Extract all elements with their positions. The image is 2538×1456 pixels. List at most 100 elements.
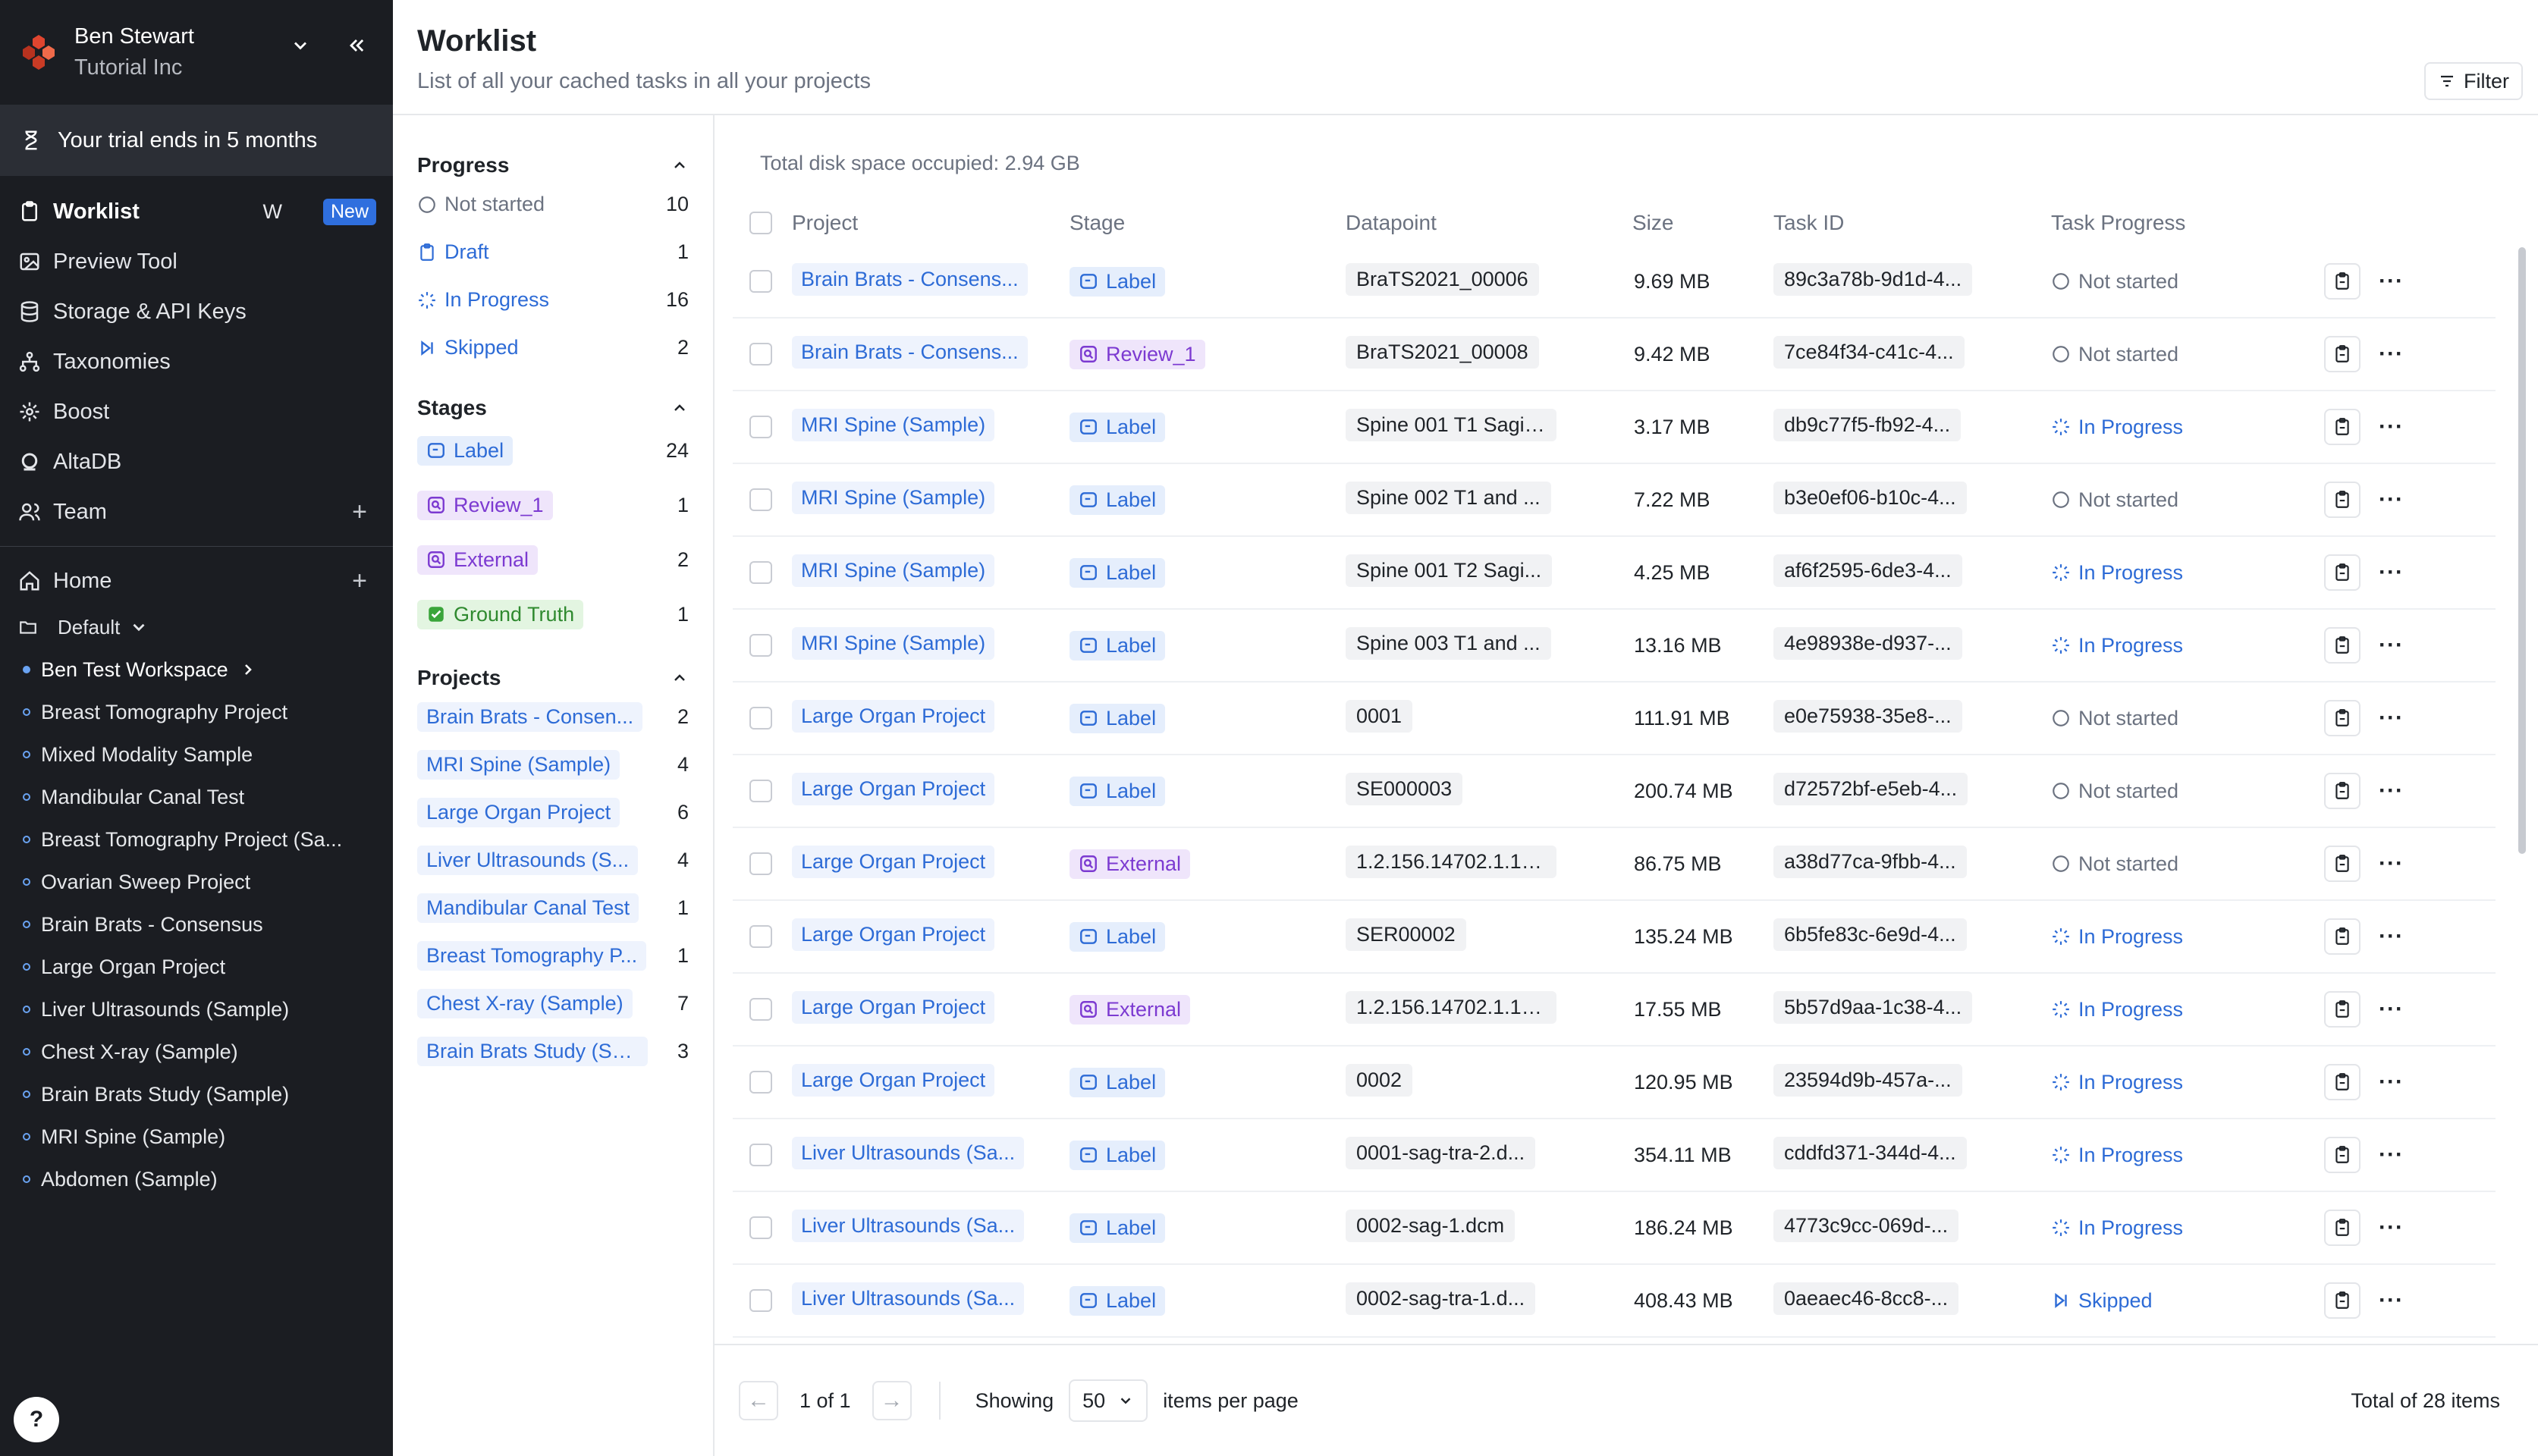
filter-stage-review[interactable]: Review_1 1	[417, 478, 689, 532]
collapse-sidebar-icon[interactable]	[346, 35, 367, 56]
nav-boost[interactable]: Boost	[0, 387, 393, 437]
task-id[interactable]: 23594d9b-457a-...	[1773, 1064, 1962, 1097]
project-link[interactable]: Large Organ Project	[792, 918, 995, 951]
row-checkbox[interactable]	[749, 998, 772, 1021]
more-options-icon[interactable]: ···	[2379, 414, 2404, 440]
more-options-icon[interactable]: ···	[2379, 632, 2404, 658]
project-link[interactable]: Brain Brats - Consens...	[792, 336, 1028, 369]
filter-stage-external[interactable]: External 2	[417, 532, 689, 587]
filter-project[interactable]: MRI Spine (Sample) 4	[417, 741, 689, 789]
table-row[interactable]: Liver Ultrasounds (Sa... Label 0001-sag-…	[733, 1119, 2496, 1192]
project-link[interactable]: Large Organ Project	[792, 773, 995, 805]
task-id[interactable]: a38d77ca-9fbb-4...	[1773, 846, 1967, 878]
open-task-button[interactable]	[2324, 918, 2361, 955]
row-checkbox[interactable]	[749, 1216, 772, 1239]
filter-progress-in-progress[interactable]: In Progress 16	[417, 276, 689, 324]
row-checkbox[interactable]	[749, 852, 772, 875]
projects-section-header[interactable]: Projects	[417, 663, 689, 693]
nav-team[interactable]: Team +	[0, 487, 393, 537]
open-task-button[interactable]	[2324, 1282, 2361, 1319]
filter-project[interactable]: Chest X-ray (Sample) 7	[417, 980, 689, 1028]
workspace-item[interactable]: Mandibular Canal Test	[0, 776, 393, 818]
row-checkbox[interactable]	[749, 707, 772, 730]
filter-stage-ground-truth[interactable]: Ground Truth 1	[417, 587, 689, 642]
project-link[interactable]: Liver Ultrasounds (Sa...	[792, 1282, 1025, 1315]
open-task-button[interactable]	[2324, 554, 2361, 591]
select-all-checkbox[interactable]	[749, 212, 772, 234]
open-task-button[interactable]	[2324, 700, 2361, 736]
more-options-icon[interactable]: ···	[2379, 705, 2404, 731]
progress-section-header[interactable]: Progress	[417, 150, 689, 180]
row-checkbox[interactable]	[749, 343, 772, 366]
task-id[interactable]: 4e98938e-d937-...	[1773, 627, 1962, 660]
project-link[interactable]: Large Organ Project	[792, 846, 995, 878]
table-scrollbar[interactable]	[2518, 247, 2526, 854]
filter-stage-label[interactable]: Label 24	[417, 423, 689, 478]
account-switcher[interactable]: Ben Stewart Tutorial Inc	[0, 0, 393, 105]
open-task-button[interactable]	[2324, 1137, 2361, 1173]
project-link[interactable]: Liver Ultrasounds (Sa...	[792, 1137, 1025, 1169]
table-row[interactable]: MRI Spine (Sample) Label Spine 001 T2 Sa…	[733, 537, 2496, 610]
filter-project[interactable]: Brain Brats Study (Sa... 3	[417, 1028, 689, 1075]
workspace-item[interactable]: Liver Ultrasounds (Sample)	[0, 988, 393, 1031]
stages-section-header[interactable]: Stages	[417, 393, 689, 423]
project-link[interactable]: Large Organ Project	[792, 700, 995, 733]
task-id[interactable]: 7ce84f34-c41c-4...	[1773, 336, 1965, 369]
table-row[interactable]: Large Organ Project External 1.2.156.147…	[733, 828, 2496, 901]
table-row[interactable]: Large Organ Project Label 0001 111.91 MB…	[733, 682, 2496, 755]
project-link[interactable]: MRI Spine (Sample)	[792, 554, 995, 587]
task-id[interactable]: d72572bf-e5eb-4...	[1773, 773, 1968, 805]
task-id[interactable]: db9c77f5-fb92-4...	[1773, 409, 1962, 441]
table-row[interactable]: Large Organ Project Label SE000003 200.7…	[733, 755, 2496, 828]
nav-worklist[interactable]: Worklist W New	[0, 187, 393, 237]
column-header-project[interactable]: Project	[792, 211, 1070, 235]
row-checkbox[interactable]	[749, 561, 772, 584]
table-row[interactable]: Brain Brats - Consens... Label BraTS2021…	[733, 246, 2496, 318]
workspace-item[interactable]: Breast Tomography Project (Sa...	[0, 818, 393, 861]
more-options-icon[interactable]: ···	[2379, 1288, 2404, 1313]
add-team-button[interactable]: +	[352, 497, 367, 527]
open-task-button[interactable]	[2324, 263, 2361, 300]
filter-project[interactable]: Mandibular Canal Test 1	[417, 884, 689, 932]
row-checkbox[interactable]	[749, 1289, 772, 1312]
table-row[interactable]: Large Organ Project Label 0002 120.95 MB…	[733, 1046, 2496, 1119]
row-checkbox[interactable]	[749, 780, 772, 802]
task-id[interactable]: e0e75938-35e8-...	[1773, 700, 1962, 733]
row-checkbox[interactable]	[749, 270, 772, 293]
workspace-item[interactable]: Brain Brats Study (Sample)	[0, 1073, 393, 1116]
more-options-icon[interactable]: ···	[2379, 996, 2404, 1022]
row-checkbox[interactable]	[749, 1144, 772, 1166]
nav-storage[interactable]: Storage & API Keys	[0, 287, 393, 337]
more-options-icon[interactable]: ···	[2379, 778, 2404, 804]
table-row[interactable]: Liver Ultrasounds (Sa... Label 0002-sag-…	[733, 1265, 2496, 1338]
table-row[interactable]: MRI Spine (Sample) Label Spine 001 T1 Sa…	[733, 391, 2496, 464]
more-options-icon[interactable]: ···	[2379, 268, 2404, 294]
open-task-button[interactable]	[2324, 773, 2361, 809]
row-checkbox[interactable]	[749, 488, 772, 511]
more-options-icon[interactable]: ···	[2379, 1142, 2404, 1168]
open-task-button[interactable]	[2324, 409, 2361, 445]
workspace-item[interactable]: Breast Tomography Project	[0, 691, 393, 733]
column-header-datapoint[interactable]: Datapoint	[1346, 211, 1622, 235]
chevron-down-icon[interactable]	[290, 35, 311, 56]
filter-project[interactable]: Large Organ Project 6	[417, 789, 689, 836]
task-id[interactable]: 4773c9cc-069d-...	[1773, 1210, 1959, 1242]
more-options-icon[interactable]: ···	[2379, 924, 2404, 949]
open-task-button[interactable]	[2324, 482, 2361, 518]
table-row[interactable]: Large Organ Project Label SER00002 135.2…	[733, 901, 2496, 974]
task-id[interactable]: af6f2595-6de3-4...	[1773, 554, 1962, 587]
open-task-button[interactable]	[2324, 627, 2361, 664]
folder-default[interactable]: Default	[0, 606, 393, 648]
project-link[interactable]: Brain Brats - Consens...	[792, 263, 1028, 296]
more-options-icon[interactable]: ···	[2379, 851, 2404, 877]
more-options-icon[interactable]: ···	[2379, 487, 2404, 513]
workspace-item[interactable]: MRI Spine (Sample)	[0, 1116, 393, 1158]
open-task-button[interactable]	[2324, 991, 2361, 1028]
next-page-button[interactable]: →	[872, 1381, 912, 1420]
prev-page-button[interactable]: ←	[739, 1381, 778, 1420]
add-workspace-button[interactable]: +	[352, 566, 367, 596]
help-button[interactable]: ?	[14, 1397, 59, 1442]
more-options-icon[interactable]: ···	[2379, 560, 2404, 585]
row-checkbox[interactable]	[749, 1071, 772, 1094]
column-header-task-progress[interactable]: Task Progress	[2051, 211, 2324, 235]
